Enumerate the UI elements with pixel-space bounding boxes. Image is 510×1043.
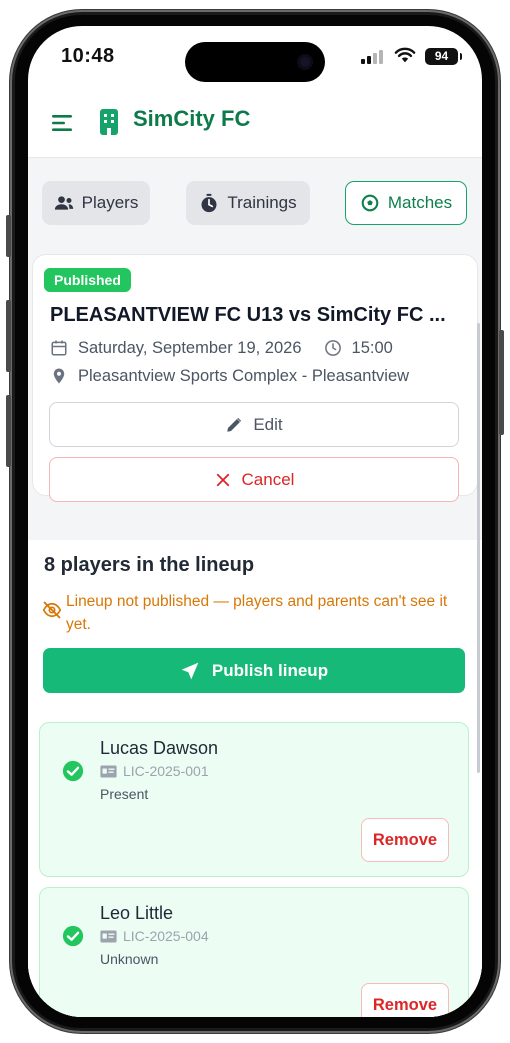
- license-number: LIC-2025-001: [123, 763, 209, 779]
- main-content: Players Trainings Matches Published PLEA…: [28, 158, 482, 1017]
- id-card-icon: [100, 930, 117, 942]
- section-tabs: Players Trainings Matches: [42, 181, 468, 227]
- id-card-icon: [100, 765, 117, 777]
- attendance-status: Unknown: [100, 951, 159, 967]
- tab-players[interactable]: Players: [42, 181, 150, 225]
- clock-icon: [324, 340, 341, 356]
- pencil-icon: [227, 417, 242, 432]
- check-circle-icon: [62, 760, 84, 782]
- users-icon: [54, 196, 73, 210]
- volume-down-button: [6, 395, 11, 467]
- lineup-warning: Lineup not published — players and paren…: [66, 593, 448, 633]
- menu-icon[interactable]: [50, 111, 74, 135]
- tab-matches[interactable]: Matches: [345, 181, 467, 225]
- status-badge: Published: [44, 268, 131, 292]
- match-location-row: Pleasantview Sports Complex - Pleasantvi…: [50, 365, 409, 387]
- action-button: [6, 215, 11, 257]
- app-screen: 10:48 94 SimCity FC Players Trainings Ma…: [28, 26, 482, 1017]
- remove-player-button[interactable]: Remove: [361, 983, 449, 1017]
- cancel-match-button[interactable]: Cancel: [49, 457, 459, 502]
- remove-player-button[interactable]: Remove: [361, 818, 449, 862]
- edit-match-button[interactable]: Edit: [49, 402, 459, 447]
- tab-trainings[interactable]: Trainings: [186, 181, 310, 225]
- power-button: [499, 330, 504, 435]
- player-card: Lucas Dawson LIC-2025-001 Present Remove: [39, 722, 469, 877]
- player-card: Leo Little LIC-2025-004 Unknown Remove: [39, 887, 469, 1017]
- wifi-icon: [394, 47, 416, 63]
- tab-label: Players: [81, 193, 139, 212]
- player-license: LIC-2025-004: [100, 928, 209, 944]
- status-bar: 10:48 94: [28, 26, 482, 88]
- match-datetime-row: Saturday, September 19, 2026 15:00: [50, 337, 393, 359]
- app-title: SimCity FC: [133, 106, 251, 131]
- player-name: Lucas Dawson: [100, 738, 219, 758]
- match-location: Pleasantview Sports Complex - Pleasantvi…: [78, 366, 410, 385]
- player-name: Leo Little: [100, 903, 174, 923]
- volume-up-button: [6, 300, 11, 372]
- publish-lineup-button[interactable]: Publish lineup: [43, 648, 465, 693]
- stopwatch-icon: [201, 193, 217, 213]
- close-icon: [216, 473, 229, 486]
- license-number: LIC-2025-004: [123, 928, 209, 944]
- check-circle-icon: [62, 925, 84, 947]
- building-icon: [100, 109, 118, 135]
- send-icon: [181, 662, 199, 679]
- battery-indicator: 94: [425, 48, 462, 65]
- tab-label: Trainings: [227, 193, 297, 212]
- cellular-signal-icon: [361, 50, 385, 64]
- tab-label: Matches: [387, 193, 453, 212]
- soccer-ball-icon: [361, 194, 379, 212]
- scrollbar[interactable]: [477, 323, 480, 773]
- match-date: Saturday, September 19, 2026: [78, 338, 302, 357]
- match-time: 15:00: [351, 338, 393, 357]
- dynamic-island: [185, 42, 325, 82]
- player-license: LIC-2025-001: [100, 763, 209, 779]
- lineup-title: 8 players in the lineup: [44, 554, 255, 576]
- eye-slash-icon: [42, 601, 62, 619]
- match-title: PLEASANTVIEW FC U13 vs SimCity FC ...: [50, 304, 446, 326]
- edit-label: Edit: [253, 414, 283, 434]
- attendance-status: Present: [100, 786, 149, 802]
- publish-label: Publish lineup: [211, 660, 329, 680]
- lineup-section: 8 players in the lineup Lineup not publi…: [28, 540, 482, 1017]
- app-header: SimCity FC: [28, 88, 482, 158]
- calendar-icon: [51, 340, 67, 356]
- cancel-label: Cancel: [241, 469, 295, 489]
- location-pin-icon: [53, 368, 65, 384]
- status-time: 10:48: [61, 45, 115, 67]
